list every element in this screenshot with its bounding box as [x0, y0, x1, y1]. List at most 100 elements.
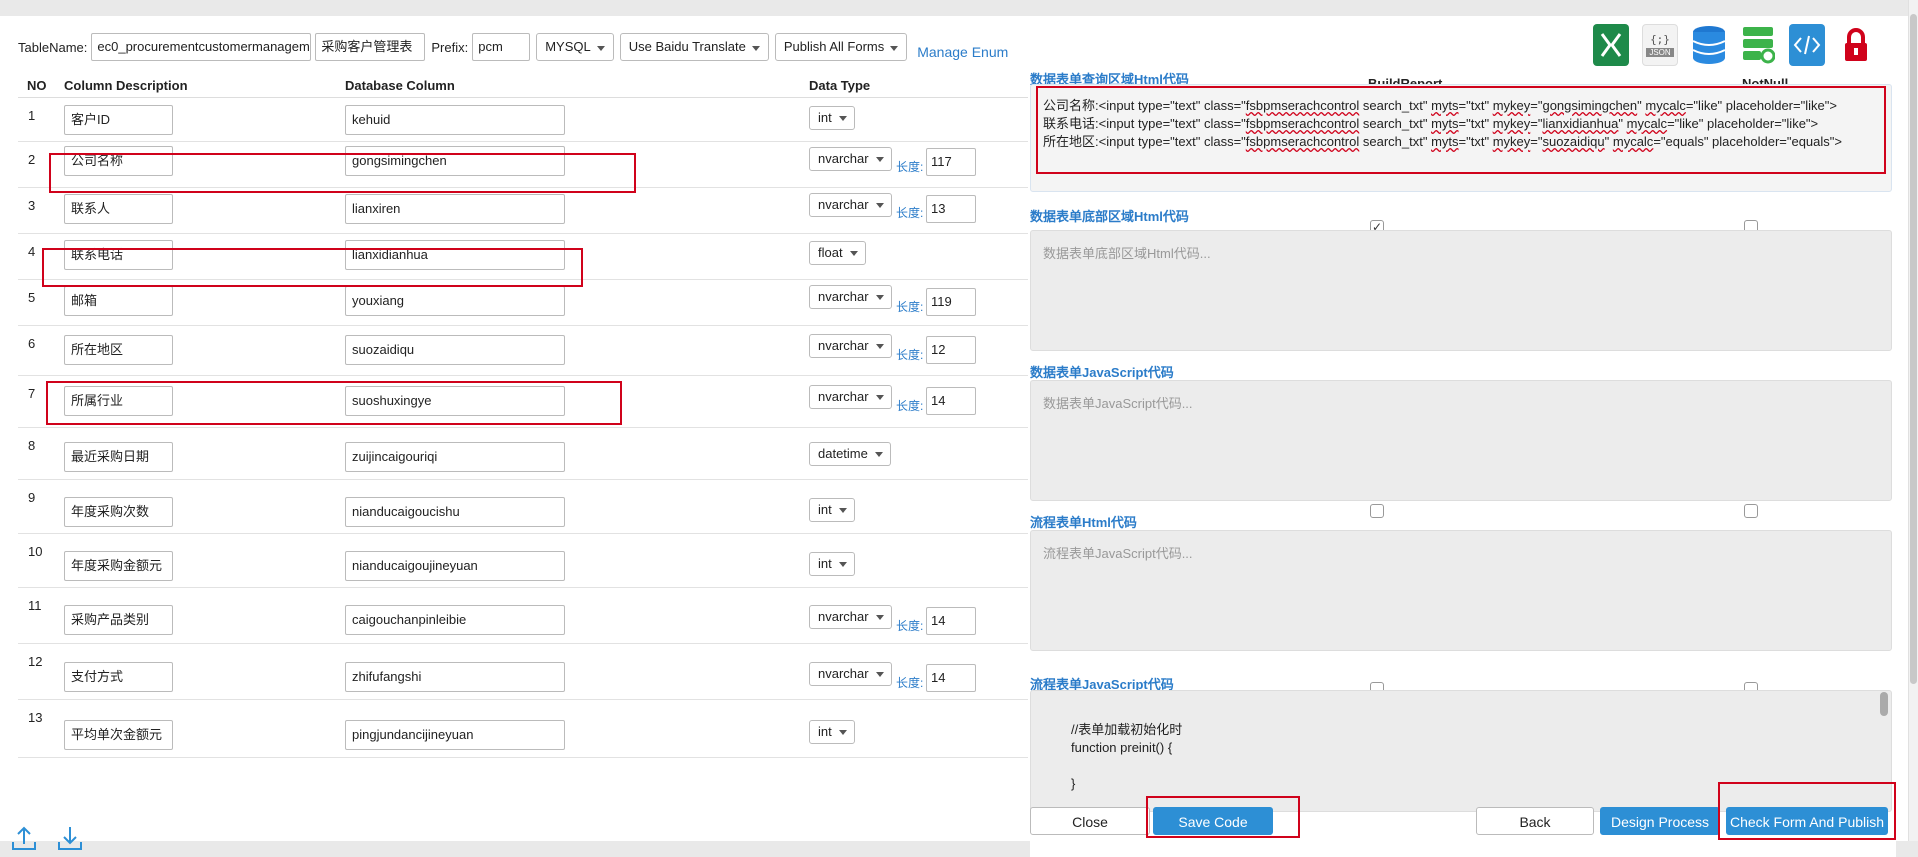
- data-type-select[interactable]: int: [809, 552, 855, 576]
- table-cn-name-input[interactable]: 采购客户管理表: [315, 33, 426, 61]
- prefix-input[interactable]: pcm: [472, 33, 531, 61]
- data-type-select[interactable]: nvarchar: [809, 147, 892, 171]
- code-panel: BuildReport NotNull 数据表单查询区域Html代码 公司名称:…: [1030, 69, 1896, 857]
- back-button[interactable]: Back: [1476, 807, 1594, 835]
- database-select[interactable]: MYSQL: [536, 33, 614, 61]
- column-description-input[interactable]: 支付方式: [64, 662, 173, 692]
- table-row: 11 采购产品类别 caigouchanpinleibie nvarchar 长…: [18, 588, 1028, 644]
- database-column-input[interactable]: youxiang: [345, 286, 565, 316]
- database-column-input[interactable]: nianducaigoucishu: [345, 497, 565, 527]
- row-number: 5: [28, 290, 36, 305]
- build-report-checkbox[interactable]: [1370, 504, 1384, 518]
- editor-scrollbar[interactable]: [1880, 692, 1888, 716]
- close-button[interactable]: Close: [1030, 807, 1150, 835]
- database-icon[interactable]: [1691, 24, 1727, 66]
- length-label: 长度:: [896, 399, 924, 413]
- flow-js-code-line: function preinit() {: [1071, 740, 1173, 755]
- download-icon[interactable]: [56, 824, 84, 852]
- data-type-select[interactable]: nvarchar: [809, 193, 892, 217]
- flow-html-code-editor[interactable]: 流程表单JavaScript代码...: [1030, 530, 1892, 651]
- lock-icon[interactable]: [1838, 24, 1874, 66]
- window-scrollbar[interactable]: [1908, 0, 1918, 841]
- column-description-input[interactable]: 年度采购次数: [64, 497, 173, 527]
- column-description-input[interactable]: 联系人: [64, 194, 173, 224]
- table-row: 1 客户ID kehuid int: [18, 98, 1028, 142]
- database-column-input[interactable]: caigouchanpinleibie: [345, 605, 565, 635]
- manage-enum-link[interactable]: Manage Enum: [917, 44, 1008, 60]
- header-database-column: Database Column: [345, 78, 455, 93]
- length-label: 长度:: [896, 206, 924, 220]
- translate-select[interactable]: Use Baidu Translate: [619, 33, 769, 61]
- highlight-row-6: [46, 381, 622, 425]
- row-number: 2: [28, 152, 36, 167]
- length-input[interactable]: 12: [926, 336, 976, 364]
- table-row: 9 年度采购次数 nianducaigoucishu int: [18, 480, 1028, 534]
- length-label: 长度:: [896, 676, 924, 690]
- table-header: NO Column Description Database Column Da…: [18, 72, 1028, 98]
- database-column-input[interactable]: zhifufangshi: [345, 662, 565, 692]
- design-process-button[interactable]: Design Process: [1600, 807, 1720, 835]
- table-row: 12 支付方式 zhifufangshi nvarchar 长度: 14: [18, 644, 1028, 700]
- database-column-input[interactable]: kehuid: [345, 105, 565, 135]
- data-type-select[interactable]: nvarchar: [809, 662, 892, 686]
- data-type-select[interactable]: int: [809, 106, 855, 130]
- column-description-input[interactable]: 邮箱: [64, 286, 173, 316]
- designer-page: TableName: ec0_procurementcustomermanage…: [0, 16, 1908, 857]
- data-type-select[interactable]: int: [809, 498, 855, 522]
- excel-icon[interactable]: [1593, 24, 1629, 66]
- column-description-input[interactable]: 所在地区: [64, 335, 173, 365]
- data-type-select[interactable]: nvarchar: [809, 605, 892, 629]
- header-no: NO: [27, 78, 47, 93]
- row-number: 9: [28, 490, 36, 505]
- upload-icon[interactable]: [10, 824, 38, 852]
- row-number: 8: [28, 438, 36, 453]
- data-type-select[interactable]: nvarchar: [809, 385, 892, 409]
- bottom-code-editor[interactable]: 数据表单底部区域Html代码...: [1030, 230, 1892, 351]
- bottom-section-title: 数据表单底部区域Html代码: [1030, 209, 1189, 224]
- database-column-input[interactable]: pingjundancijineyuan: [345, 720, 565, 750]
- database-column-input[interactable]: zuijincaigouriqi: [345, 442, 565, 472]
- row-number: 10: [28, 544, 43, 559]
- table-name-label: TableName:: [18, 39, 88, 55]
- flow-html-section-title: 流程表单Html代码: [1030, 515, 1137, 530]
- data-type-select[interactable]: nvarchar: [809, 285, 892, 309]
- database-column-input[interactable]: suozaidiqu: [345, 335, 565, 365]
- database-column-input[interactable]: nianducaigoujineyuan: [345, 551, 565, 581]
- length-input[interactable]: 119: [926, 288, 976, 316]
- length-label: 长度:: [896, 300, 924, 314]
- publish-select[interactable]: Publish All Forms: [774, 33, 908, 61]
- data-type-select[interactable]: datetime: [809, 442, 891, 466]
- table-row: 13 平均单次金额元 pingjundancijineyuan int: [18, 700, 1028, 758]
- js-section-title: 数据表单JavaScript代码: [1030, 365, 1174, 380]
- length-input[interactable]: 14: [926, 607, 976, 635]
- length-label: 长度:: [896, 160, 924, 174]
- data-type-select[interactable]: int: [809, 720, 855, 744]
- header-data-type: Data Type: [809, 78, 871, 93]
- json-icon[interactable]: {;} JSON: [1642, 24, 1678, 66]
- length-input[interactable]: 13: [926, 195, 976, 223]
- row-number: 7: [28, 386, 36, 401]
- column-description-input[interactable]: 最近采购日期: [64, 442, 173, 472]
- column-description-input[interactable]: 平均单次金额元: [64, 720, 173, 750]
- header-column-description: Column Description: [64, 78, 188, 93]
- highlight-save-code: [1146, 796, 1300, 838]
- code-icon[interactable]: [1789, 24, 1825, 66]
- length-input[interactable]: 14: [926, 664, 976, 692]
- length-input[interactable]: 117: [926, 148, 976, 176]
- js-code-editor[interactable]: 数据表单JavaScript代码...: [1030, 380, 1892, 501]
- not-null-checkbox[interactable]: [1744, 504, 1758, 518]
- column-description-input[interactable]: 客户ID: [64, 105, 173, 135]
- data-type-select[interactable]: nvarchar: [809, 334, 892, 358]
- length-input[interactable]: 14: [926, 387, 976, 415]
- table-row: 3 联系人 lianxiren nvarchar 长度: 13: [18, 188, 1028, 234]
- column-description-input[interactable]: 年度采购金额元: [64, 551, 173, 581]
- table-name-input[interactable]: ec0_procurementcustomermanagem: [91, 33, 312, 61]
- database-column-input[interactable]: lianxiren: [345, 194, 565, 224]
- flow-js-code-line: //表单加载初始化时: [1071, 722, 1183, 737]
- data-type-select[interactable]: float: [809, 241, 866, 265]
- row-number: 13: [28, 710, 43, 725]
- column-description-input[interactable]: 采购产品类别: [64, 605, 173, 635]
- toolbar: TableName: ec0_procurementcustomermanage…: [18, 32, 1008, 62]
- server-sync-icon[interactable]: [1740, 24, 1776, 66]
- table-row: 8 最近采购日期 zuijincaigouriqi datetime: [18, 428, 1028, 480]
